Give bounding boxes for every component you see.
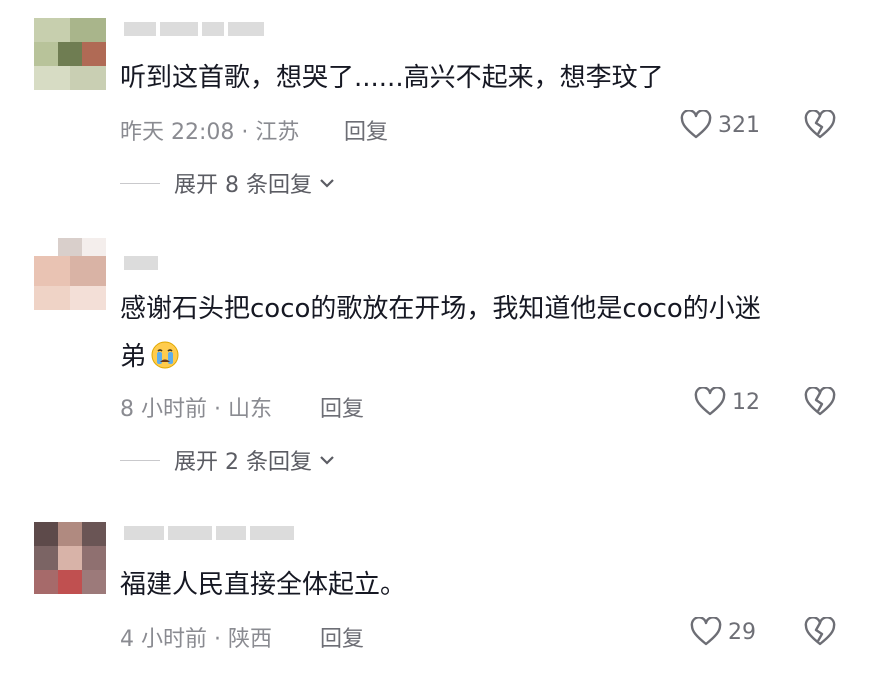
- username-blurred[interactable]: [124, 256, 158, 270]
- dislike-button[interactable]: [804, 387, 836, 417]
- heart-outline-icon: [680, 110, 712, 140]
- like-count: 29: [728, 619, 756, 645]
- reply-button[interactable]: 回复: [320, 391, 364, 423]
- chevron-down-icon: [318, 171, 336, 196]
- broken-heart-icon: [804, 110, 836, 140]
- comment-text: 福建人民直接全体起立。: [120, 570, 407, 600]
- comment-meta: 4 小时前 · 陕西: [120, 627, 272, 652]
- comment-text-line1: 感谢石头把coco的歌放在开场，我知道他是coco的小迷: [120, 294, 761, 324]
- avatar[interactable]: [34, 522, 106, 594]
- like-button[interactable]: 12: [694, 387, 760, 417]
- avatar[interactable]: [34, 238, 106, 310]
- comment-item: 感谢石头把coco的歌放在开场，我知道他是coco的小迷 弟 8 小时前 · 山…: [0, 230, 874, 480]
- avatar[interactable]: [34, 18, 106, 90]
- dislike-button[interactable]: [804, 110, 836, 140]
- comment-meta: 8 小时前 · 山东: [120, 397, 272, 422]
- reply-button[interactable]: 回复: [320, 621, 364, 653]
- comment-text-line2-text: 弟: [120, 342, 147, 372]
- username-blurred[interactable]: [124, 22, 264, 36]
- like-count: 321: [718, 112, 760, 138]
- comment-item: 听到这首歌，想哭了......高兴不起来，想李玟了 昨天 22:08 · 江苏 …: [0, 0, 874, 200]
- chevron-down-icon: [318, 448, 336, 473]
- crying-face-emoji: [150, 339, 180, 369]
- heart-outline-icon: [690, 617, 722, 647]
- like-count: 12: [732, 389, 760, 415]
- dislike-button[interactable]: [804, 617, 836, 647]
- comment-text: 听到这首歌，想哭了......高兴不起来，想李玟了: [120, 63, 664, 93]
- comment-text-line2: 弟: [120, 334, 180, 380]
- like-button[interactable]: 321: [680, 110, 760, 140]
- heart-outline-icon: [694, 387, 726, 417]
- expand-replies-button[interactable]: 展开 8 条回复: [120, 167, 336, 199]
- expand-replies-button[interactable]: 展开 2 条回复: [120, 444, 336, 476]
- broken-heart-icon: [804, 387, 836, 417]
- like-button[interactable]: 29: [690, 617, 756, 647]
- expand-label: 展开 2 条回复: [174, 450, 312, 475]
- broken-heart-icon: [804, 617, 836, 647]
- comment-item: 福建人民直接全体起立。 4 小时前 · 陕西 回复 29: [0, 510, 874, 674]
- reply-button[interactable]: 回复: [344, 114, 388, 146]
- divider: [120, 459, 160, 461]
- divider: [120, 182, 160, 184]
- comment-meta: 昨天 22:08 · 江苏: [120, 120, 300, 145]
- expand-label: 展开 8 条回复: [174, 173, 312, 198]
- username-blurred[interactable]: [124, 526, 294, 540]
